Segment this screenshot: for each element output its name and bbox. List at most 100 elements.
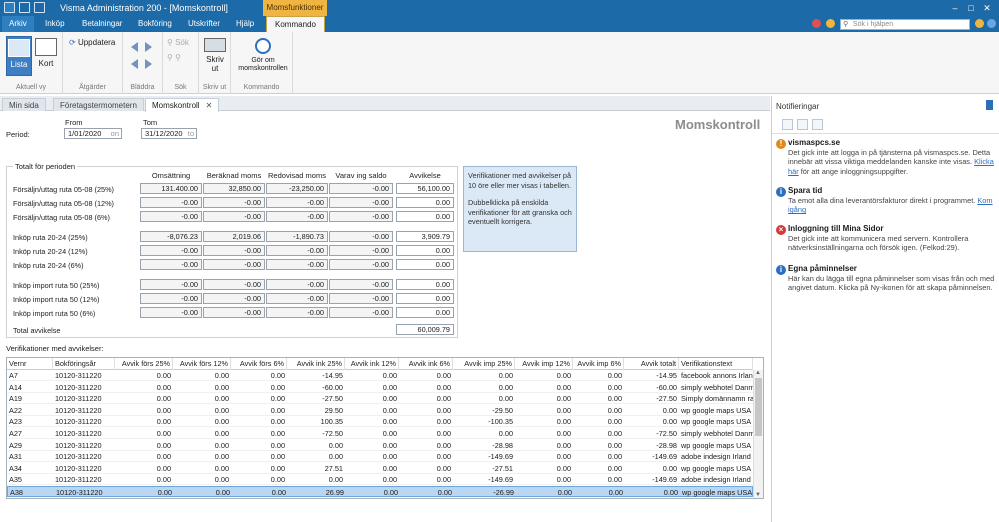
table-cell: 10120-311220 [56,488,103,497]
previous-icon[interactable] [131,42,138,52]
notification-title: Egna påminnelser [788,264,857,273]
table-column-header[interactable]: Avvik ink 12% [345,358,399,370]
period-to-input[interactable]: 31/12/2020 to [141,128,197,139]
first-icon[interactable] [131,59,138,69]
table-row[interactable]: A23 10120-311220 0.00 0.00 0.00 100.35 0.00 0.0… [7,416,753,428]
table-column-header[interactable]: Avvik imp 6% [573,358,624,370]
last-icon[interactable] [145,59,152,69]
table-cell: 26.99 [325,488,344,497]
search-button[interactable]: ⚲ Sök [167,38,189,47]
table-cell: -26.99 [493,488,514,497]
tab-momskontroll[interactable]: Momskontroll ✕ [145,98,220,112]
table-column-header[interactable]: Vernr [7,358,53,370]
notification-body: Ta emot alla dina leverantörsfakturor di… [788,196,993,215]
totals-row-label: Försäljn/uttag ruta 05-08 (25%) [13,185,114,194]
table-column-header[interactable]: Avvik förs 6% [231,358,287,370]
card-view-button[interactable]: Kort [33,36,59,76]
table-cell: 0.00 [607,382,622,392]
table-column-header[interactable]: Avvik imp 12% [515,358,573,370]
next-icon[interactable] [145,42,152,52]
minimize-icon[interactable]: – [950,3,960,13]
table-cell: 0.00 [498,371,513,380]
close-icon[interactable]: ✕ [982,3,992,13]
table-cell: 0.00 [662,405,677,415]
notification-bell-icon[interactable] [826,19,835,28]
table-column-header[interactable]: Avvik förs 12% [173,358,231,370]
info-icon[interactable] [987,19,996,28]
period-from-input[interactable]: 1/01/2020 on [64,128,122,139]
maximize-icon[interactable]: □ [966,3,976,13]
table-row[interactable]: A14 10120-311220 0.00 0.00 0.00 -60.00 0.00 0.0… [7,382,753,393]
menu-kommando[interactable]: Kommando [266,16,325,32]
totals-value-cell: -1,890.73 [266,231,328,242]
table-row[interactable]: A19 10120-311220 0.00 0.00 0.00 -27.50 0.00 0.0… [7,393,753,405]
table-cell: wp google maps USA [681,463,752,473]
printer-icon [204,38,226,52]
table-cell: -27.50 [656,394,677,404]
table-column-header[interactable]: Avvik ink 25% [287,358,345,370]
table-column-header[interactable]: Avvik förs 25% [115,358,173,370]
table-cell: 0.00 [662,417,677,427]
menu-hjalp[interactable]: Hjälp [236,16,254,32]
table-column-header[interactable]: Bokföringsår [53,358,115,370]
print-button[interactable]: Skriv ut [202,36,228,76]
table-row[interactable]: A38 10120-311220 0.00 0.00 0.00 26.99 0.00 0.00… [7,486,753,497]
table-cell: 0.00 [382,463,397,473]
tab-foretagstermometern[interactable]: Företagstermometern [53,98,144,111]
totals-value-cell: -0.00 [329,183,393,194]
refresh-notifications-icon[interactable] [797,119,808,130]
table-row[interactable]: A34 10120-311220 0.00 0.00 0.00 27.51 0.00 0.00… [7,463,753,474]
close-tab-icon[interactable]: ✕ [206,101,213,110]
scroll-up-icon[interactable]: ▲ [755,370,761,376]
table-cell: 0.00 [156,440,171,450]
zoom-icon[interactable]: ⚲ ⚲ [167,53,181,62]
verifications-table[interactable]: Vernr Bokföringsår Avvik förs 25% Avvik för… [6,357,764,499]
table-cell: 0.00 [556,405,571,415]
table-row[interactable]: A35 10120-311220 0.00 0.00 0.00 0.00 0.00 0.00 -… [7,474,753,486]
scroll-down-icon[interactable]: ▼ [755,492,761,498]
scrollbar-thumb[interactable] [755,378,762,436]
help-status-icon[interactable] [812,19,821,28]
table-cell: 0.00 [214,463,229,473]
table-cell: -149.69 [652,475,677,485]
table-cell: 0.00 [436,452,451,462]
totals-value-cell: 0.00 [396,211,454,222]
menu-inkop[interactable]: Inköp [45,16,65,32]
notification-item: i Egna påminnelser Här kan du lägga till e… [774,264,996,293]
table-cell: 0.00 [607,463,622,473]
title-bar: Visma Administration 200 - [Momskontroll… [0,0,999,16]
table-row[interactable]: A22 10120-311220 0.00 0.00 0.00 29.50 0.00 0.00… [7,405,753,416]
help-search-input[interactable]: ⚲ Sök i hjälpen [840,19,970,30]
menu-utskrifter[interactable]: Utskrifter [188,16,220,32]
tab-min-sida[interactable]: Min sida [2,98,46,111]
notification-title: Spara tid [788,186,823,195]
home-icon[interactable] [34,2,45,13]
settings-icon[interactable] [812,119,823,130]
table-column-header[interactable]: Verifikationstext [679,358,753,370]
menu-betalningar[interactable]: Betalningar [82,16,122,32]
refresh-button[interactable]: ⟳ Uppdatera [69,38,115,47]
table-column-header[interactable]: Avvik ink 6% [399,358,453,370]
pin-icon[interactable] [986,100,993,110]
table-row[interactable]: A31 10120-311220 0.00 0.00 0.00 0.00 0.00 0.00 -… [7,451,753,463]
table-column-header[interactable]: Avvik totalt [624,358,679,370]
menu-bokforing[interactable]: Bokföring [138,16,172,32]
new-reminder-icon[interactable] [782,119,793,130]
table-row[interactable]: A7 10120-311220 0.00 0.00 0.00 -14.95 0.00 0.00… [7,370,753,381]
info-icon: i [776,265,786,275]
table-column-header[interactable]: Avvik imp 25% [453,358,515,370]
vertical-scrollbar[interactable]: ▲ ▼ [753,370,763,498]
table-row[interactable]: A29 10120-311220 0.00 0.00 0.00 0.00 0.00 0.00 -… [7,440,753,451]
menu-arkiv[interactable]: Arkiv [2,16,34,32]
ribbon-group-kommando: Gör om momskontrollen Kommando [231,32,293,94]
redo-vat-check-button[interactable]: Gör om momskontrollen [235,36,291,76]
save-icon[interactable] [19,2,30,13]
table-cell: 0.00 [556,394,571,404]
table-row[interactable]: A27 10120-311220 0.00 0.00 0.00 -72.50 0.00 0.0… [7,428,753,439]
list-view-button[interactable]: Lista [6,36,32,76]
table-cell: 0.00 [271,488,286,497]
table-cell: -27.51 [492,463,513,473]
help-icon[interactable] [975,19,984,28]
table-cell: 0.00 [270,405,285,415]
table-cell: 0.00 [214,429,229,438]
